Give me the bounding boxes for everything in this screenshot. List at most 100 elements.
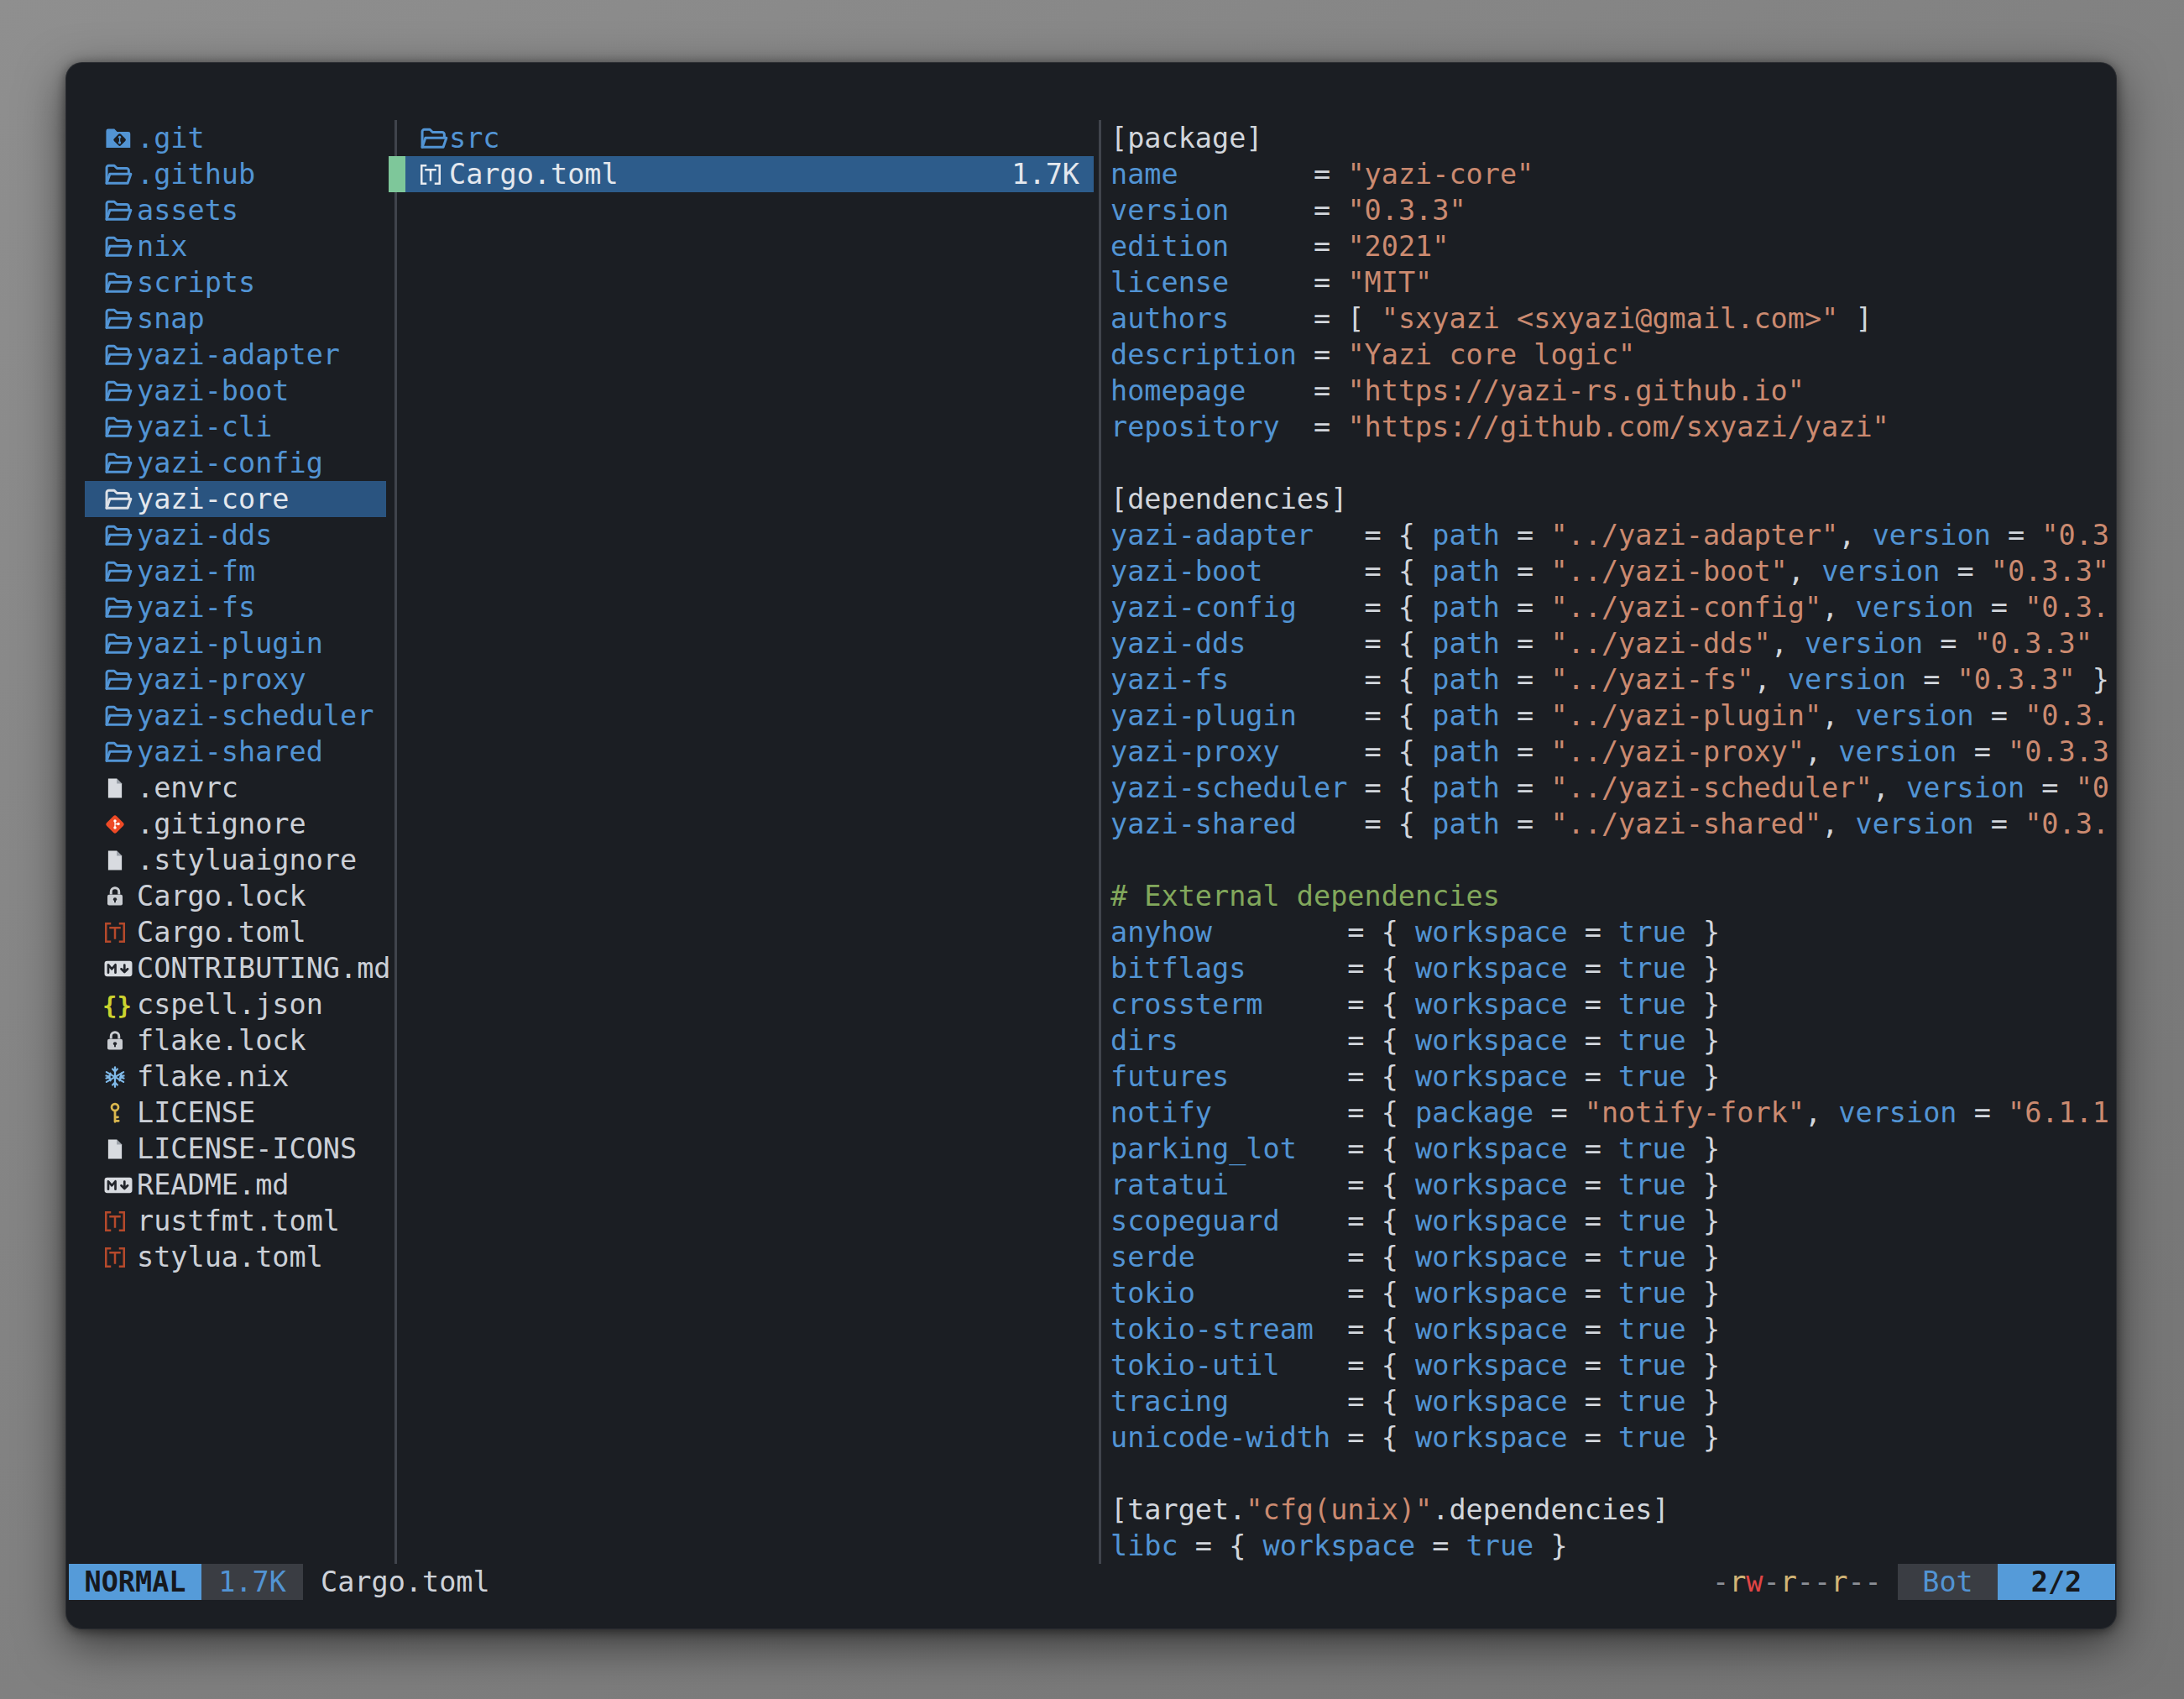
file-name: LICENSE [137,1095,255,1131]
file-name: .github [137,156,255,192]
file-name: src [449,120,500,156]
preview-line: yazi-scheduler = { path = "../yazi-sched… [1110,770,2115,806]
file-name: yazi-plugin [137,625,323,661]
parent-item-nix[interactable]: nix [85,228,386,264]
parent-item-yazi-proxy[interactable]: yazi-proxy [85,661,386,698]
preview-line: description = "Yazi core logic" [1110,337,2115,373]
folder-icon [102,267,134,299]
parent-item-yazi-fm[interactable]: yazi-fm [85,553,386,589]
preview-line: homepage = "https://yazi-rs.github.io" [1110,373,2115,409]
parent-item-assets[interactable]: assets [85,192,386,228]
folder-icon [102,700,134,732]
preview-line: yazi-proxy = { path = "../yazi-proxy", v… [1110,734,2115,770]
preview-line: yazi-adapter = { path = "../yazi-adapter… [1110,517,2115,553]
parent-item-stylua.toml[interactable]: stylua.toml [85,1239,386,1275]
preview-line: yazi-fs = { path = "../yazi-fs", version… [1110,661,2115,698]
parent-item-scripts[interactable]: scripts [85,264,386,301]
parent-item-cspell.json[interactable]: {}cspell.json [85,986,386,1022]
folder-icon [102,375,134,407]
preview-line: yazi-dds = { path = "../yazi-dds", versi… [1110,625,2115,661]
markdown-icon [102,953,134,985]
current-pane: srcCargo.toml1.7K [405,120,1094,1564]
file-counter-badge: 2/2 [1998,1564,2115,1600]
folder-icon [102,339,134,371]
parent-item-README.md[interactable]: README.md [85,1167,386,1203]
folder-icon [102,736,134,768]
current-item-src[interactable]: src [405,120,1094,156]
parent-item-yazi-config[interactable]: yazi-config [85,445,386,481]
status-file-name: Cargo.toml [321,1564,490,1600]
preview-line: tokio = { workspace = true } [1110,1275,2115,1311]
preview-line: ratatui = { workspace = true } [1110,1167,2115,1203]
parent-item-yazi-scheduler[interactable]: yazi-scheduler [85,698,386,734]
parent-item-.styluaignore[interactable]: .styluaignore [85,842,386,878]
parent-item-LICENSE-ICONS[interactable]: LICENSE-ICONS [85,1131,386,1167]
folder-icon [102,520,134,552]
preview-line: scopeguard = { workspace = true } [1110,1203,2115,1239]
markdown-icon [102,1169,134,1201]
toml-icon [102,1205,134,1237]
parent-item-Cargo.lock[interactable]: Cargo.lock [85,878,386,914]
preview-line: dirs = { workspace = true } [1110,1022,2115,1059]
file-name: yazi-shared [137,734,323,770]
braces-icon: {} [102,989,134,1021]
preview-line: parking_lot = { workspace = true } [1110,1131,2115,1167]
file-name: rustfmt.toml [137,1203,340,1239]
folder-icon [102,195,134,227]
preview-line: authors = [ "sxyazi <sxyazi@gmail.com>" … [1110,301,2115,337]
folder-icon [102,303,134,335]
file-name: snap [137,301,205,337]
parent-item-snap[interactable]: snap [85,301,386,337]
parent-item-LICENSE[interactable]: LICENSE [85,1095,386,1131]
parent-item-yazi-plugin[interactable]: yazi-plugin [85,625,386,661]
parent-pane: .git.githubassetsnixscriptssnapyazi-adap… [85,120,386,1564]
preview-line: unicode-width = { workspace = true } [1110,1419,2115,1456]
parent-item-yazi-dds[interactable]: yazi-dds [85,517,386,553]
git-folder-icon [102,123,134,154]
parent-item-flake.lock[interactable]: flake.lock [85,1022,386,1059]
folder-icon [102,231,134,263]
file-name: yazi-cli [137,409,272,445]
preview-line: # External dependencies [1110,878,2115,914]
folder-icon [102,664,134,696]
folder-icon [102,447,134,479]
git-file-icon [102,808,134,840]
folder-icon [102,159,134,191]
preview-line: crossterm = { workspace = true } [1110,986,2115,1022]
parent-item-yazi-fs[interactable]: yazi-fs [85,589,386,625]
folder-icon [102,411,134,443]
parent-item-yazi-shared[interactable]: yazi-shared [85,734,386,770]
parent-item-.envrc[interactable]: .envrc [85,770,386,806]
parent-item-yazi-cli[interactable]: yazi-cli [85,409,386,445]
file-name: flake.lock [137,1022,306,1059]
preview-line [1110,842,2115,878]
file-name: .git [137,120,205,156]
preview-line: [dependencies] [1110,481,2115,517]
file-name: assets [137,192,238,228]
preview-line: [package] [1110,120,2115,156]
file-name: yazi-adapter [137,337,340,373]
lock-icon [102,881,134,912]
parent-item-.git[interactable]: .git [85,120,386,156]
preview-line [1110,1456,2115,1492]
parent-item-yazi-adapter[interactable]: yazi-adapter [85,337,386,373]
parent-item-yazi-core[interactable]: yazi-core [85,481,386,517]
file-name: LICENSE-ICONS [137,1131,357,1167]
file-size: 1.7K [1011,156,1079,192]
parent-item-flake.nix[interactable]: flake.nix [85,1059,386,1095]
folder-icon [102,592,134,624]
file-name: .gitignore [137,806,306,842]
file-name: nix [137,228,188,264]
file-name: README.md [137,1167,290,1203]
parent-item-CONTRIBUTING.md[interactable]: CONTRIBUTING.md [85,950,386,986]
parent-item-rustfmt.toml[interactable]: rustfmt.toml [85,1203,386,1239]
file-name: stylua.toml [137,1239,323,1275]
preview-line: futures = { workspace = true } [1110,1059,2115,1095]
parent-item-.gitignore[interactable]: .gitignore [85,806,386,842]
parent-item-Cargo.toml[interactable]: Cargo.toml [85,914,386,950]
parent-item-.github[interactable]: .github [85,156,386,192]
parent-item-yazi-boot[interactable]: yazi-boot [85,373,386,409]
current-item-Cargo.toml[interactable]: Cargo.toml1.7K [405,156,1094,192]
snowflake-icon [102,1061,134,1093]
file-icon [102,772,134,804]
